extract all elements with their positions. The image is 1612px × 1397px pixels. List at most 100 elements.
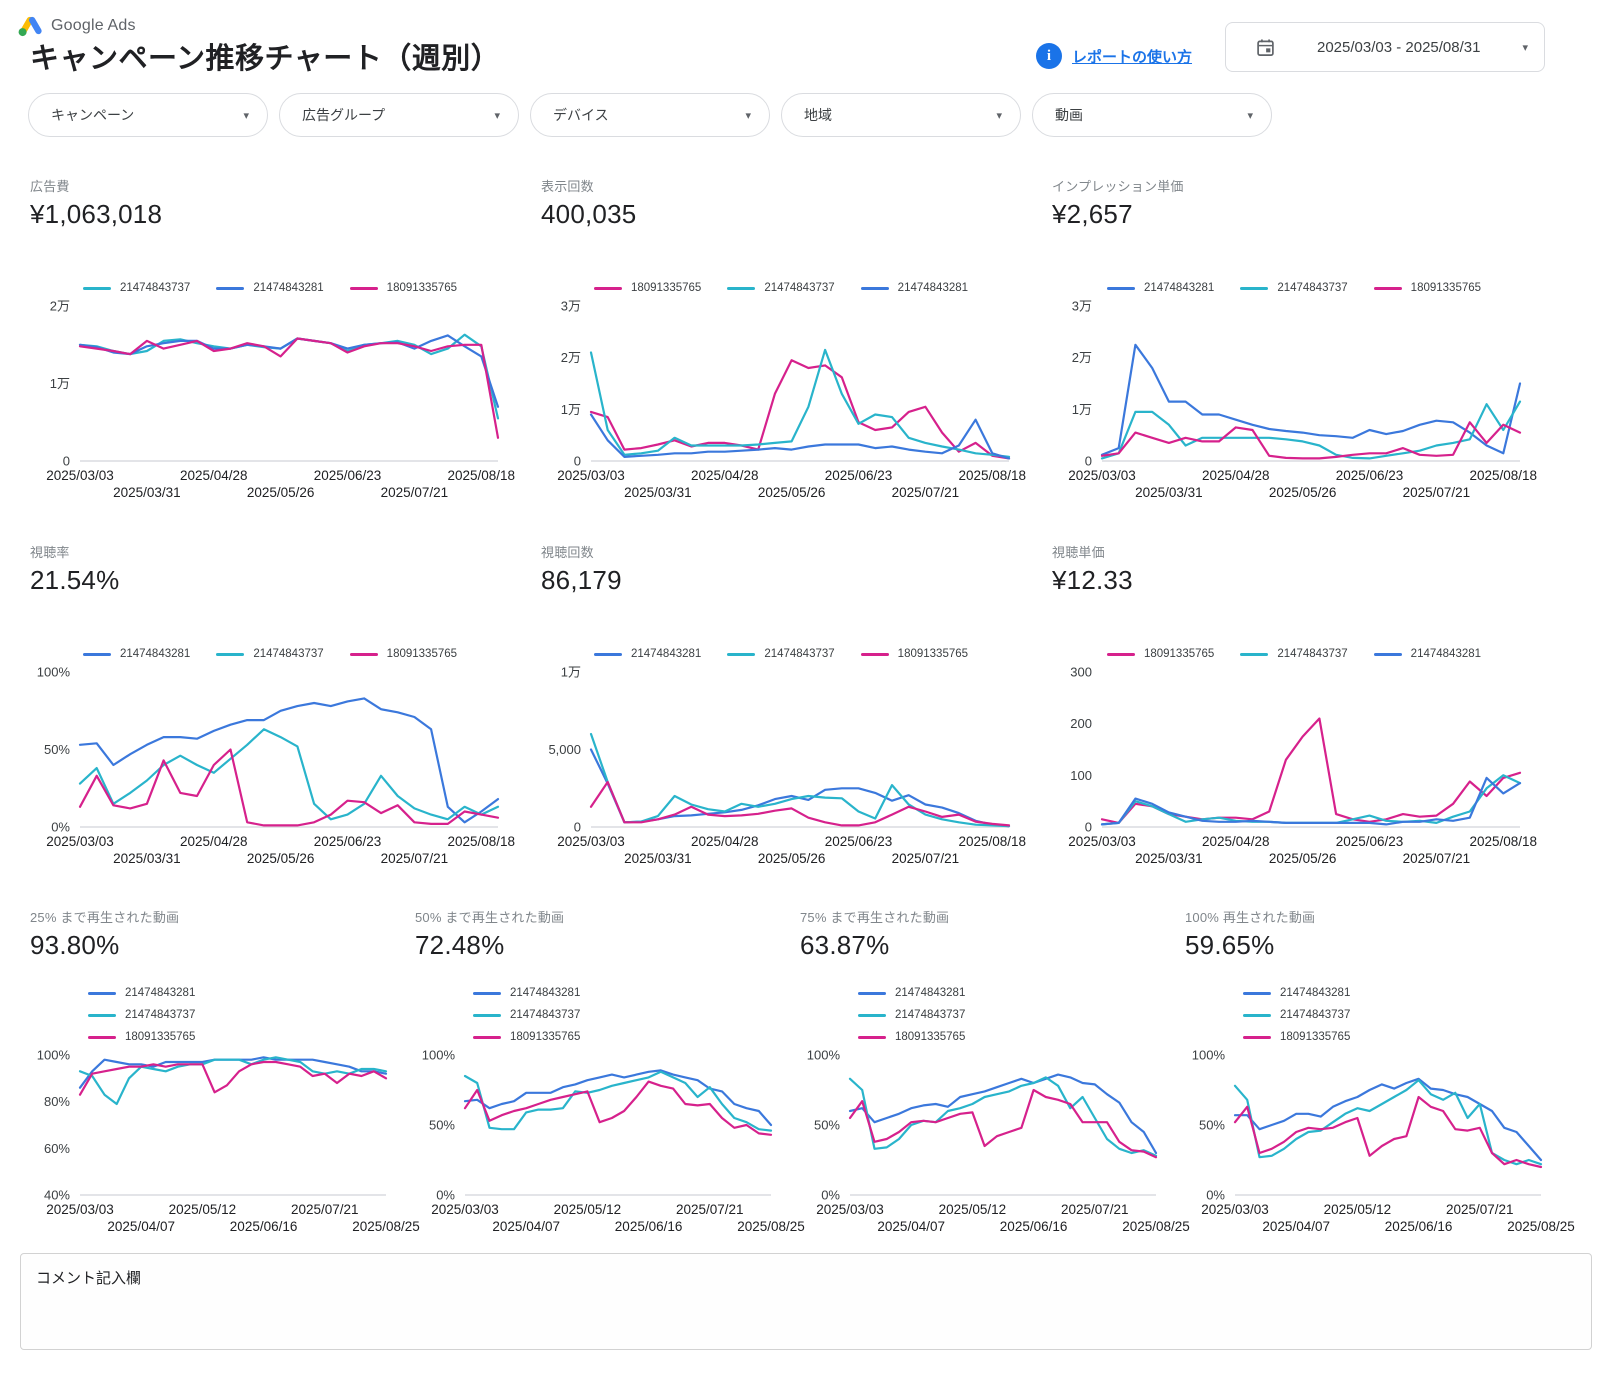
legend-label: 21474843737	[125, 1009, 195, 1021]
svg-text:2025/08/18: 2025/08/18	[958, 834, 1026, 849]
svg-text:2025/06/16: 2025/06/16	[230, 1219, 298, 1234]
chart-legend: 214748432812147484373718091335765	[30, 648, 510, 660]
chevron-down-icon: ▾	[1522, 41, 1528, 54]
legend-item: 21474843281	[861, 282, 968, 294]
svg-text:2025/05/26: 2025/05/26	[247, 485, 315, 500]
svg-text:3万: 3万	[1072, 299, 1092, 314]
svg-text:200: 200	[1070, 716, 1092, 731]
svg-text:2025/07/21: 2025/07/21	[1403, 851, 1471, 866]
kpi-label: 視聴率	[30, 542, 510, 561]
filter-label: デバイス	[553, 105, 609, 125]
svg-text:60%: 60%	[44, 1141, 70, 1156]
legend-item: 21474843737	[83, 282, 190, 294]
filter-campaign[interactable]: キャンペーン▾	[28, 93, 268, 137]
svg-text:1万: 1万	[561, 665, 581, 680]
date-range-picker[interactable]: 2025/03/03 - 2025/08/31 ▾	[1225, 22, 1545, 72]
kpi-label: 表示回数	[541, 176, 1021, 195]
kpi-label: 25% まで再生された動画	[30, 907, 398, 926]
report-page: Google Ads キャンペーン推移チャート（週別） i レポートの使い方 2…	[0, 0, 1612, 1397]
filter-device[interactable]: デバイス▾	[530, 93, 770, 137]
legend-item: 21474843737	[88, 1009, 195, 1021]
comment-box[interactable]: コメント記入欄	[20, 1253, 1592, 1350]
svg-text:50%: 50%	[1199, 1118, 1225, 1133]
legend-item: 18091335765	[1107, 648, 1214, 660]
chevron-down-icon: ▾	[243, 109, 249, 122]
legend-item: 18091335765	[1374, 282, 1481, 294]
legend-item: 21474843281	[1243, 987, 1350, 999]
svg-text:100%: 100%	[807, 1048, 841, 1063]
svg-text:2025/03/31: 2025/03/31	[624, 851, 692, 866]
legend-swatch	[1107, 287, 1135, 290]
svg-text:2025/07/21: 2025/07/21	[381, 485, 449, 500]
legend-item: 18091335765	[88, 1031, 195, 1043]
svg-text:2025/08/25: 2025/08/25	[1507, 1219, 1575, 1234]
svg-text:0: 0	[1085, 454, 1092, 469]
filter-bar: キャンペーン▾広告グループ▾デバイス▾地域▾動画▾	[28, 93, 1272, 137]
legend-label: 18091335765	[510, 1031, 580, 1043]
help-link[interactable]: レポートの使い方	[1072, 46, 1192, 67]
legend-label: 21474843737	[120, 282, 190, 294]
legend-label: 21474843737	[510, 1009, 580, 1021]
svg-text:2025/03/03: 2025/03/03	[1068, 468, 1136, 483]
svg-text:2025/03/31: 2025/03/31	[113, 851, 181, 866]
legend-swatch	[1240, 653, 1268, 656]
svg-text:2025/07/21: 2025/07/21	[381, 851, 449, 866]
chart-card: 50% まで再生された動画72.48%214748432812147484373…	[415, 907, 783, 1239]
svg-text:2025/03/31: 2025/03/31	[624, 485, 692, 500]
kpi-label: 75% まで再生された動画	[800, 907, 1168, 926]
legend-swatch	[861, 287, 889, 290]
svg-text:0: 0	[63, 454, 70, 469]
svg-text:2万: 2万	[50, 299, 70, 314]
help-area: i レポートの使い方	[1036, 43, 1192, 69]
svg-text:2025/06/23: 2025/06/23	[1336, 468, 1404, 483]
svg-text:2025/08/25: 2025/08/25	[737, 1219, 805, 1234]
svg-text:2万: 2万	[1072, 350, 1092, 365]
legend-label: 21474843737	[764, 648, 834, 660]
kpi-label: インプレッション単価	[1052, 176, 1536, 195]
svg-text:2025/07/21: 2025/07/21	[676, 1202, 744, 1217]
legend-swatch	[858, 1036, 886, 1039]
filter-label: 広告グループ	[302, 105, 385, 125]
logo-text: Google Ads	[51, 17, 136, 35]
legend-swatch	[727, 653, 755, 656]
legend-label: 18091335765	[387, 282, 457, 294]
kpi-value: 72.48%	[415, 930, 783, 961]
svg-text:50%: 50%	[44, 742, 70, 757]
svg-text:2025/05/26: 2025/05/26	[1269, 485, 1337, 500]
kpi-value: ¥12.33	[1052, 565, 1536, 596]
svg-text:0%: 0%	[821, 1188, 840, 1203]
legend-item: 18091335765	[1243, 1031, 1350, 1043]
svg-text:2025/05/12: 2025/05/12	[1324, 1202, 1392, 1217]
legend-item: 18091335765	[473, 1031, 580, 1043]
legend-label: 21474843281	[1144, 282, 1214, 294]
legend-item: 21474843281	[88, 987, 195, 999]
chart-card: 視聴回数86,179214748432812147484373718091335…	[541, 542, 1021, 871]
kpi-label: 視聴単価	[1052, 542, 1536, 561]
svg-text:5,000: 5,000	[548, 742, 581, 757]
chart-legend: 214748432812147484373718091335765	[1052, 282, 1536, 294]
legend-label: 21474843737	[895, 1009, 965, 1021]
svg-text:50%: 50%	[814, 1118, 840, 1133]
svg-text:2025/08/25: 2025/08/25	[1122, 1219, 1190, 1234]
svg-text:100%: 100%	[1192, 1048, 1226, 1063]
svg-text:2025/03/03: 2025/03/03	[557, 834, 625, 849]
svg-text:2025/08/18: 2025/08/18	[447, 468, 515, 483]
filter-label: 地域	[804, 105, 832, 125]
chart-legend: 214748432812147484373718091335765	[1243, 987, 1495, 1043]
filter-region[interactable]: 地域▾	[781, 93, 1021, 137]
kpi-value: ¥1,063,018	[30, 199, 510, 230]
legend-item: 21474843737	[727, 648, 834, 660]
legend-swatch	[858, 992, 886, 995]
filter-video[interactable]: 動画▾	[1032, 93, 1272, 137]
svg-text:2025/08/18: 2025/08/18	[1469, 834, 1537, 849]
legend-swatch	[1243, 1014, 1271, 1017]
chevron-down-icon: ▾	[494, 109, 500, 122]
kpi-value: ¥2,657	[1052, 199, 1536, 230]
legend-item: 21474843737	[727, 282, 834, 294]
chart-legend: 214748432812147484373718091335765	[541, 648, 1021, 660]
line-chart: 01万2万3万2025/03/032025/03/312025/04/28202…	[1052, 298, 1532, 505]
info-icon[interactable]: i	[1036, 43, 1062, 69]
kpi-value: 86,179	[541, 565, 1021, 596]
legend-swatch	[473, 1014, 501, 1017]
filter-ad-group[interactable]: 広告グループ ▾	[279, 93, 519, 137]
